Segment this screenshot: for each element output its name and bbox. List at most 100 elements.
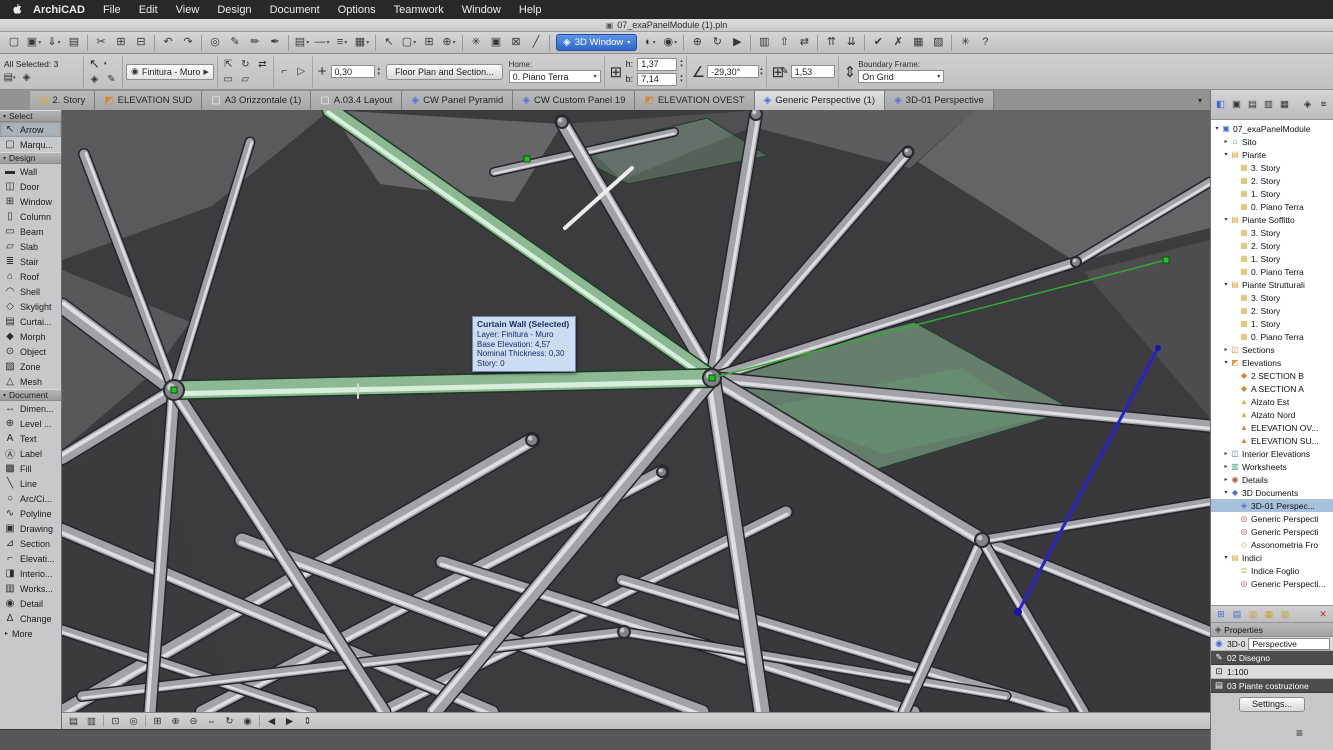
new-button[interactable]: ▢ (4, 34, 24, 52)
move-button[interactable]: ⇱ (221, 58, 236, 71)
tree-item-3d-01-perspec[interactable]: ◈3D-01 Perspec... (1211, 499, 1333, 512)
zoom-in-button[interactable]: ⊕ (167, 714, 184, 728)
tree-item-3-story[interactable]: ▦3. Story (1211, 291, 1333, 304)
markup-button[interactable]: ✔ (868, 34, 888, 52)
thickness-field[interactable]: 0,30 (331, 65, 375, 78)
zoom-menu-button[interactable]: ◎ (125, 714, 142, 728)
property-row-03-piante-costruzione[interactable]: ▤03 Piante costruzione (1211, 679, 1333, 693)
tool-dimen[interactable]: ↔Dimen... (0, 401, 61, 416)
apple-menu[interactable] (8, 3, 24, 16)
tool-interio[interactable]: ◨Interio... (0, 566, 61, 581)
tool-fill[interactable]: ▩Fill (0, 461, 61, 476)
zoom-button[interactable]: ⊕ (687, 34, 707, 52)
tab-elevation-sud[interactable]: ◩ELEVATION SUD (95, 91, 202, 110)
orbit-button[interactable]: ↻ (221, 714, 238, 728)
teamwork-receive-button[interactable]: ⇊ (841, 34, 861, 52)
redo-button[interactable]: ↷ (178, 34, 198, 52)
tool-drawing[interactable]: ▣Drawing (0, 521, 61, 536)
tool-column[interactable]: ▯Column (0, 209, 61, 224)
tree-item-alzato-nord[interactable]: ▲Alzato Nord (1211, 408, 1333, 421)
collapse-triangle-icon[interactable]: ▾ (1222, 489, 1230, 496)
tree-item-a-section-a[interactable]: ◆A SECTION A (1211, 382, 1333, 395)
tree-item-1-story[interactable]: ▦1. Story (1211, 252, 1333, 265)
navigator-options-button[interactable]: ≡ (1316, 98, 1331, 112)
tree-item-2-section-b[interactable]: ◆2 SECTION B (1211, 369, 1333, 382)
tool-shell[interactable]: ◠Shell (0, 284, 61, 299)
zoom-out-button[interactable]: ⊖ (185, 714, 202, 728)
tree-item-1-story[interactable]: ▦1. Story (1211, 317, 1333, 330)
tree-item-0-piano-terra[interactable]: ▦0. Piano Terra (1211, 265, 1333, 278)
next-view-button[interactable]: ▶ (281, 714, 298, 728)
menu-design[interactable]: Design (208, 0, 260, 19)
tree-item-sito[interactable]: ▸⌂Sito (1211, 135, 1333, 148)
menu-help[interactable]: Help (510, 0, 551, 19)
tool-stair[interactable]: ≣Stair (0, 254, 61, 269)
tool-mesh[interactable]: △Mesh (0, 374, 61, 389)
edit-mode-button[interactable]: ✎ (104, 73, 119, 86)
organizer-button[interactable]: ◈ (1300, 98, 1315, 112)
favorites-button[interactable]: ◈ (19, 71, 34, 84)
layer-combo[interactable]: ◉ Finitura - Muro ▶ (126, 64, 214, 80)
tool-curtai[interactable]: ▤Curtai... (0, 314, 61, 329)
explore-button[interactable]: ▶ (727, 34, 747, 52)
magic-wand-button[interactable]: ✳ (466, 34, 486, 52)
tool-window[interactable]: ⊞Window (0, 194, 61, 209)
toolbox-section-select[interactable]: ▾Select (0, 110, 61, 122)
tool-marqu[interactable]: ▢Marqu... (0, 137, 61, 152)
tree-item-3-story[interactable]: ▦3. Story (1211, 161, 1333, 174)
tree-item-details[interactable]: ▸◉Details (1211, 473, 1333, 486)
menu-options[interactable]: Options (329, 0, 385, 19)
home-story-dropdown[interactable]: 0. Piano Terra ▾ (509, 70, 601, 83)
help-menu-button[interactable]: ? (975, 34, 995, 52)
expand-triangle-icon[interactable]: ▸ (1222, 476, 1230, 483)
group-button[interactable]: ▣ (486, 34, 506, 52)
tool-change[interactable]: ΔChange (0, 611, 61, 626)
tree-item-elevations[interactable]: ▾◩Elevations (1211, 356, 1333, 369)
tool-polyline[interactable]: ∿Polyline (0, 506, 61, 521)
teamwork-send-button[interactable]: ⇈ (821, 34, 841, 52)
tab-a3-orizzontale-1[interactable]: ▢A3 Orizzontale (1) (202, 91, 311, 110)
tree-item-07-exapanelmodule[interactable]: ▾▣07_exaPanelModule (1211, 122, 1333, 135)
open-button[interactable]: ▣▾ (24, 34, 44, 52)
mirror-button[interactable]: ⇄ (255, 58, 270, 71)
tool-skylight[interactable]: ◇Skylight (0, 299, 61, 314)
issue-button[interactable]: ✗ (888, 34, 908, 52)
stepper[interactable]: ▴▾ (680, 59, 683, 69)
tool-beam[interactable]: ▭Beam (0, 224, 61, 239)
tab-cw-panel-pyramid[interactable]: ◈CW Panel Pyramid (402, 91, 513, 110)
angle-field[interactable]: -29,30° (707, 65, 759, 78)
toolbox-more[interactable]: ▸More (0, 626, 61, 641)
organizer-button[interactable]: ⇄ (794, 34, 814, 52)
paste-button[interactable]: ⊟ (131, 34, 151, 52)
tool-section[interactable]: ⊿Section (0, 536, 61, 551)
boundary-dropdown[interactable]: On Grid ▾ (858, 70, 944, 83)
offset-button[interactable]: ▭ (221, 73, 236, 86)
tree-item-worksheets[interactable]: ▸▥Worksheets (1211, 460, 1333, 473)
fit-in-window-button[interactable]: ⊞ (149, 714, 166, 728)
print-button[interactable]: ▤ (64, 34, 84, 52)
expand-triangle-icon[interactable]: ▸ (1222, 450, 1230, 457)
tree-item-piante-soffitto[interactable]: ▾▤Piante Soffitto (1211, 213, 1333, 226)
layouts-button[interactable]: ▥ (754, 34, 774, 52)
property-row-1-100[interactable]: ⊡1:100 (1211, 665, 1333, 679)
tree-item-1-story[interactable]: ▦1. Story (1211, 187, 1333, 200)
more-navigation-button[interactable]: ⇕ (299, 714, 316, 728)
offset-field[interactable]: 1,53 (791, 65, 835, 78)
publisher-sets-button[interactable]: ▦ (1277, 98, 1292, 112)
tree-item-piante[interactable]: ▾▤Piante (1211, 148, 1333, 161)
tree-item-indice-foglio[interactable]: ≣Indice Foglio (1211, 564, 1333, 577)
toolbox-section-document[interactable]: ▾Document (0, 389, 61, 401)
tool-text[interactable]: AText (0, 431, 61, 446)
gravity-button[interactable]: ⊕▾ (439, 34, 459, 52)
tool-level[interactable]: ⊕Level ... (0, 416, 61, 431)
tab-2-story[interactable]: ▤2. Story (30, 91, 95, 110)
view-mode-combo[interactable]: ◈3D Window▾ (556, 34, 637, 51)
link-section-button[interactable]: ▤ (1230, 608, 1244, 621)
view-map-button[interactable]: ▤ (1245, 98, 1260, 112)
collapse-triangle-icon[interactable]: ▾ (1222, 359, 1230, 366)
geometry-method-button[interactable]: ◈ (87, 73, 102, 86)
tree-item-elevation-su[interactable]: ▲ELEVATION SU... (1211, 434, 1333, 447)
tool-elevati[interactable]: ⌐Elevati... (0, 551, 61, 566)
undo-button[interactable]: ↶ (158, 34, 178, 52)
tool-wall[interactable]: ▬Wall (0, 164, 61, 179)
